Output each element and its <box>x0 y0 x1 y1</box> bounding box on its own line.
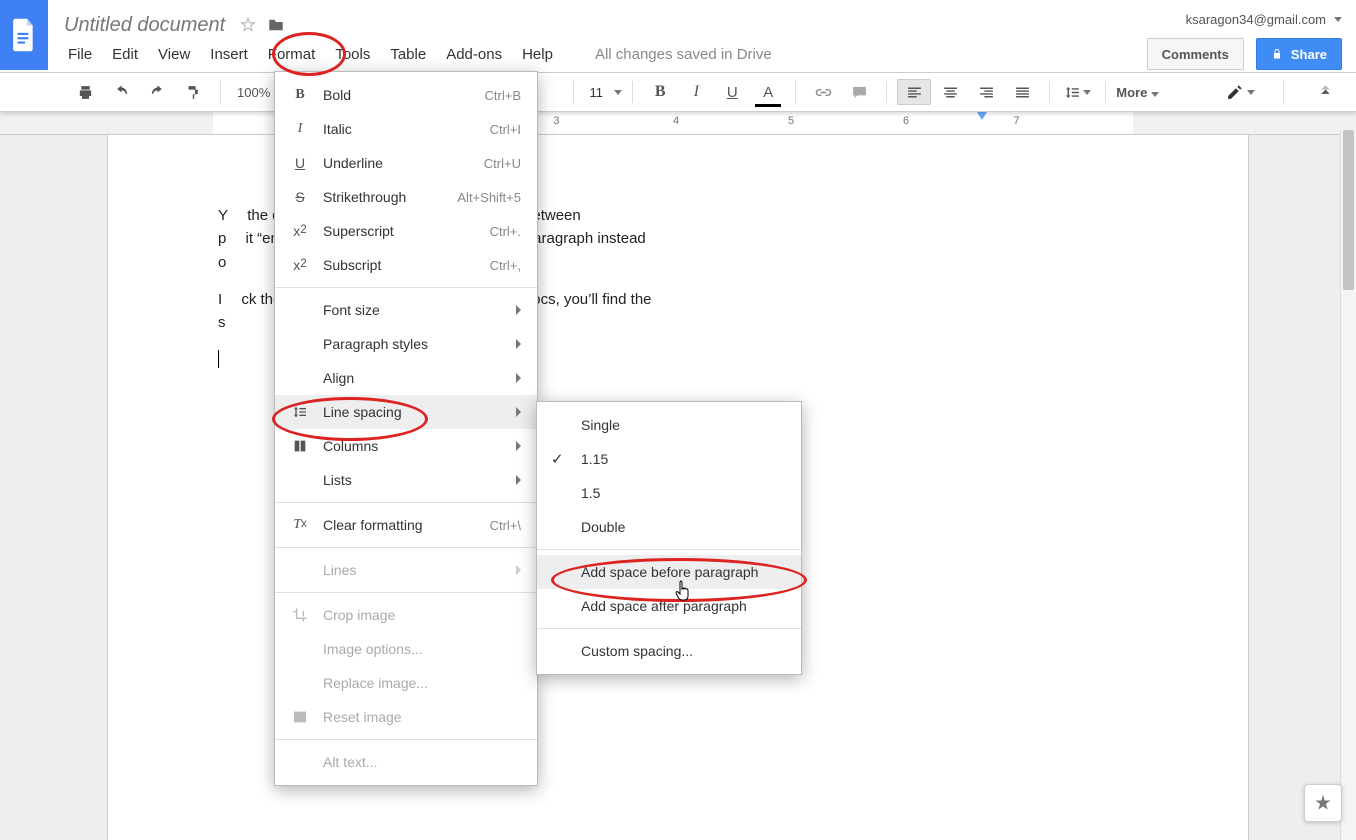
format-replace-image: Replace image... <box>275 666 537 700</box>
menu-insert[interactable]: Insert <box>200 42 258 69</box>
format-bold[interactable]: BBoldCtrl+B <box>275 78 537 112</box>
subscript-icon: x2 <box>289 257 311 273</box>
font-size[interactable]: 11 <box>584 85 608 100</box>
align-justify-icon[interactable] <box>1005 79 1039 105</box>
caret-down-icon <box>1334 17 1342 22</box>
share-button[interactable]: Share <box>1256 38 1342 70</box>
text-cursor <box>218 350 219 368</box>
format-reset-image: Reset image <box>275 700 537 734</box>
format-image-options: Image options... <box>275 632 537 666</box>
spacing-add-before[interactable]: Add space before paragraph <box>537 555 801 589</box>
menu-help[interactable]: Help <box>512 42 563 69</box>
format-underline[interactable]: UUnderlineCtrl+U <box>275 146 537 180</box>
menu-file[interactable]: File <box>58 42 102 69</box>
format-line-spacing[interactable]: Line spacing <box>275 395 537 429</box>
link-icon[interactable] <box>806 79 840 105</box>
menu-tools[interactable]: Tools <box>325 42 380 69</box>
format-paragraph-styles[interactable]: Paragraph styles <box>275 327 537 361</box>
menu-table[interactable]: Table <box>380 42 436 69</box>
superscript-icon: x2 <box>289 223 311 239</box>
align-left-icon[interactable] <box>897 79 931 105</box>
star-icon[interactable] <box>239 16 257 34</box>
line-spacing-submenu: Single ✓1.15 1.5 Double Add space before… <box>536 401 802 675</box>
text-color-icon[interactable]: A <box>751 79 785 105</box>
format-subscript[interactable]: x2SubscriptCtrl+, <box>275 248 537 282</box>
italic-icon[interactable]: I <box>679 79 713 105</box>
format-dropdown: BBoldCtrl+B IItalicCtrl+I UUnderlineCtrl… <box>274 71 538 786</box>
undo-icon[interactable] <box>104 79 138 105</box>
paint-format-icon[interactable] <box>176 79 210 105</box>
edit-mode-icon[interactable] <box>1222 79 1259 105</box>
spacing-custom[interactable]: Custom spacing... <box>537 634 801 668</box>
align-right-icon[interactable] <box>969 79 1003 105</box>
save-status: All changes saved in Drive <box>585 42 782 69</box>
format-fontsize[interactable]: Font size <box>275 293 537 327</box>
doc-title[interactable]: Untitled document <box>58 12 231 39</box>
image-icon <box>289 709 311 725</box>
collapse-icon[interactable] <box>1308 79 1342 105</box>
docs-logo[interactable] <box>0 0 48 70</box>
format-strike[interactable]: SStrikethroughAlt+Shift+5 <box>275 180 537 214</box>
align-center-icon[interactable] <box>933 79 967 105</box>
spacing-add-after[interactable]: Add space after paragraph <box>537 589 801 623</box>
menu-edit[interactable]: Edit <box>102 42 148 69</box>
format-clear[interactable]: TxClear formattingCtrl+\ <box>275 508 537 542</box>
format-crop: Crop image <box>275 598 537 632</box>
format-italic[interactable]: IItalicCtrl+I <box>275 112 537 146</box>
app-header: Untitled document ksaragon34@gmail.com C… <box>0 0 1356 73</box>
menu-view[interactable]: View <box>148 42 200 69</box>
format-lists[interactable]: Lists <box>275 463 537 497</box>
menu-addons[interactable]: Add-ons <box>436 42 512 69</box>
toolbar-more[interactable]: More <box>1116 85 1159 100</box>
underline-icon[interactable]: U <box>715 79 749 105</box>
lock-icon <box>1271 48 1283 60</box>
spacing-double[interactable]: Double <box>537 510 801 544</box>
print-icon[interactable] <box>68 79 102 105</box>
format-align[interactable]: Align <box>275 361 537 395</box>
crop-icon <box>289 607 311 623</box>
submenu-arrow-icon <box>516 305 521 315</box>
spacing-115[interactable]: ✓1.15 <box>537 442 801 476</box>
menu-format[interactable]: Format <box>258 42 326 69</box>
redo-icon[interactable] <box>140 79 174 105</box>
vertical-scrollbar[interactable] <box>1340 130 1356 840</box>
format-lines: Lines <box>275 553 537 587</box>
comment-icon[interactable] <box>842 79 876 105</box>
format-columns[interactable]: Columns <box>275 429 537 463</box>
explore-button[interactable] <box>1304 784 1342 822</box>
toolbar: 100% 11 B I U A More <box>0 73 1356 112</box>
check-icon: ✓ <box>551 450 564 468</box>
spacing-15[interactable]: 1.5 <box>537 476 801 510</box>
spacing-single[interactable]: Single <box>537 408 801 442</box>
folder-icon[interactable] <box>267 16 285 34</box>
format-superscript[interactable]: x2SuperscriptCtrl+. <box>275 214 537 248</box>
user-email[interactable]: ksaragon34@gmail.com <box>1186 12 1342 27</box>
line-spacing-icon[interactable] <box>1060 79 1095 105</box>
bold-icon[interactable]: B <box>643 79 677 105</box>
format-alt-text: Alt text... <box>275 745 537 779</box>
ruler: 3 4 5 6 7 <box>0 112 1356 135</box>
comments-button[interactable]: Comments <box>1147 38 1244 70</box>
